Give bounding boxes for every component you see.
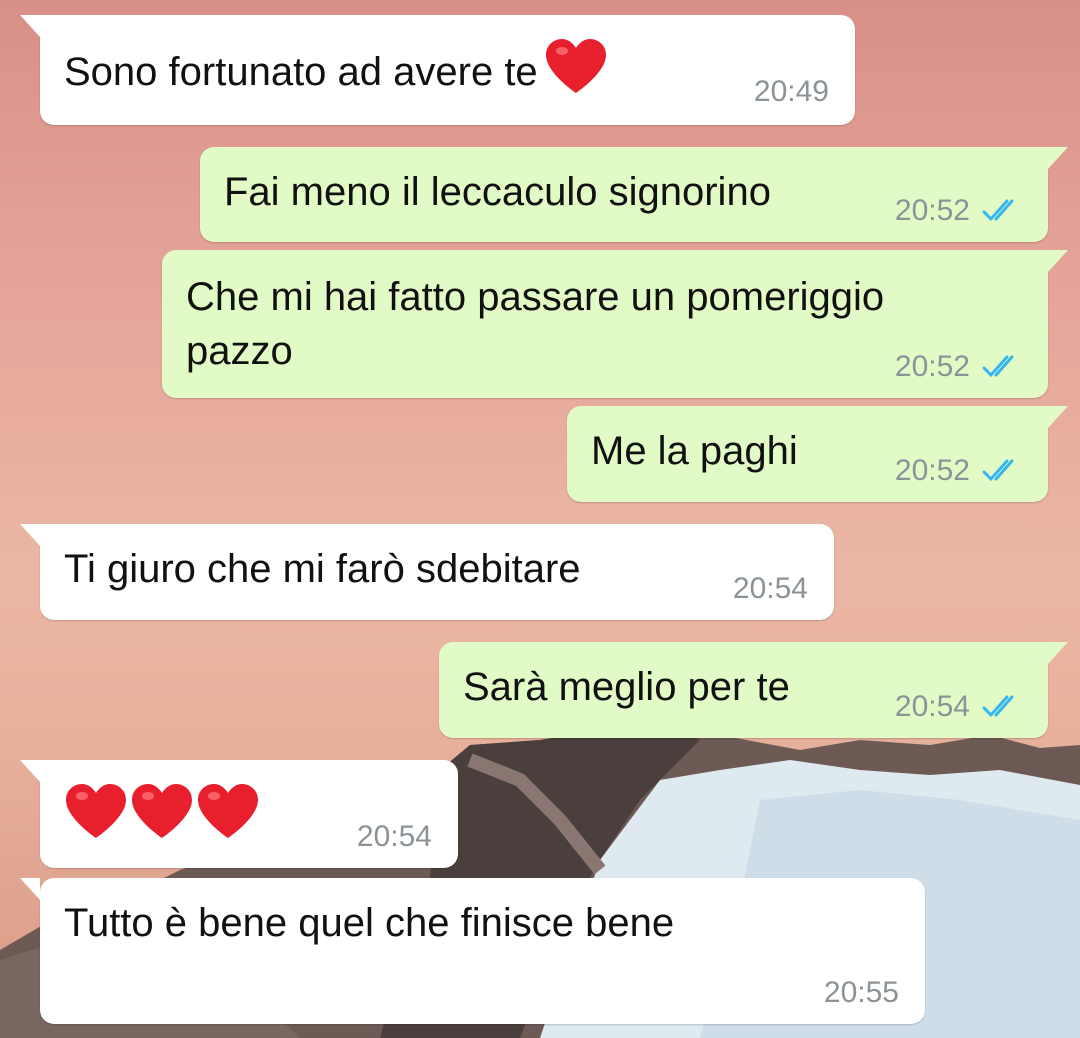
message-bubble-outgoing[interactable]: Fai meno il leccaculo signorino 20:52: [200, 147, 1068, 242]
message-time: 20:54: [894, 690, 970, 723]
message-time: 20:49: [753, 75, 829, 108]
message-bubble-incoming[interactable]: 20:54: [20, 760, 458, 868]
double-check-read-icon: [982, 198, 1022, 224]
message-time: 20:52: [894, 350, 970, 383]
message-bubble-outgoing[interactable]: Me la paghi 20:52: [567, 406, 1068, 502]
message-time: 20:52: [894, 194, 970, 227]
message-meta: 20:52: [895, 456, 1022, 486]
red-heart-emoji-icon: [130, 782, 194, 854]
message-time: 20:52: [894, 454, 970, 487]
message-meta: 20:54: [895, 692, 1022, 722]
message-meta: 20:49: [754, 77, 829, 107]
message-bubble-outgoing[interactable]: Che mi hai fatto passare un pomeriggio p…: [162, 250, 1068, 398]
chat-thread[interactable]: Sono fortunato ad avere te 20:49 Fai men…: [0, 0, 1080, 1038]
message-bubble-incoming[interactable]: Tutto è bene quel che finisce bene 20:55: [20, 878, 925, 1024]
message-text: Sono fortunato ad avere te: [64, 37, 831, 109]
message-text: Che mi hai fatto passare un pomeriggio p…: [186, 275, 896, 373]
message-bubble-incoming[interactable]: Ti giuro che mi farò sdebitare 20:54: [20, 524, 834, 620]
double-check-read-icon: [982, 354, 1022, 380]
double-check-read-icon: [982, 458, 1022, 484]
red-heart-emoji-icon: [544, 37, 608, 109]
message-meta: 20:54: [733, 574, 808, 604]
message-meta: 20:52: [895, 352, 1022, 382]
message-bubble-incoming[interactable]: Sono fortunato ad avere te 20:49: [20, 15, 855, 125]
red-heart-emoji-icon: [64, 782, 128, 854]
message-text: Tutto è bene quel che finisce bene: [64, 901, 675, 945]
message-meta: 20:55: [824, 978, 899, 1008]
message-time: 20:54: [732, 572, 808, 605]
red-heart-emoji-icon: [196, 782, 260, 854]
message-meta: 20:54: [357, 822, 432, 852]
double-check-read-icon: [982, 694, 1022, 720]
message-bubble-outgoing[interactable]: Sarà meglio per te 20:54: [439, 642, 1068, 738]
message-text: Ti giuro che mi farò sdebitare: [64, 547, 581, 591]
message-meta: 20:52: [895, 196, 1022, 226]
message-time: 20:54: [356, 820, 432, 853]
message-time: 20:55: [823, 976, 899, 1009]
